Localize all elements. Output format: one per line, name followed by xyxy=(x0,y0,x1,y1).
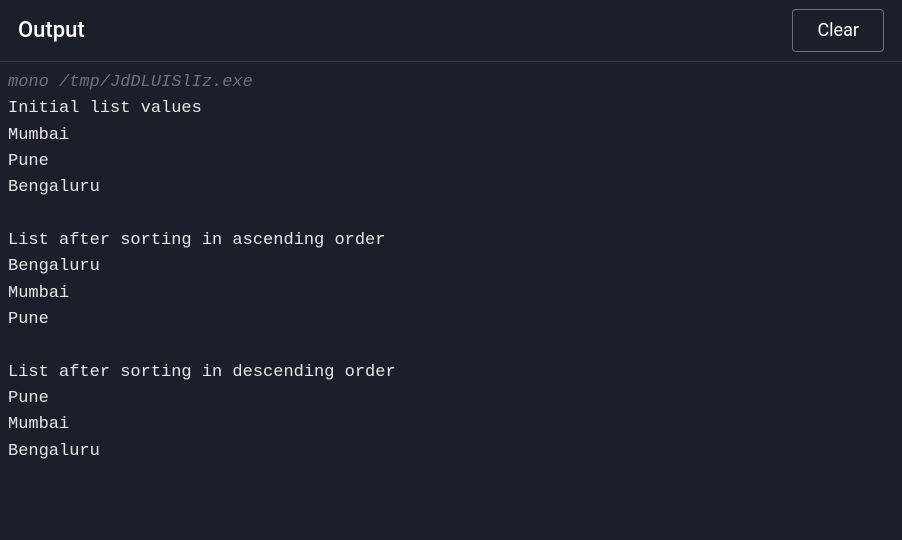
output-line: Bengaluru xyxy=(8,439,894,465)
blank-line xyxy=(8,202,894,228)
output-line: Mumbai xyxy=(8,123,894,149)
command-line: mono /tmp/JdDLUISlIz.exe xyxy=(8,70,894,96)
output-lines: Initial list valuesMumbaiPuneBengaluruLi… xyxy=(8,96,894,465)
output-line: Mumbai xyxy=(8,412,894,438)
console-output: mono /tmp/JdDLUISlIz.exe Initial list va… xyxy=(0,62,902,473)
output-line: Pune xyxy=(8,386,894,412)
output-line: Pune xyxy=(8,307,894,333)
output-line: Initial list values xyxy=(8,96,894,122)
output-line: Pune xyxy=(8,149,894,175)
output-title: Output xyxy=(18,18,85,43)
output-line: Bengaluru xyxy=(8,254,894,280)
output-line: List after sorting in descending order xyxy=(8,360,894,386)
clear-button[interactable]: Clear xyxy=(792,9,884,52)
output-header: Output Clear xyxy=(0,0,902,62)
blank-line xyxy=(8,333,894,359)
output-line: Mumbai xyxy=(8,281,894,307)
output-line: Bengaluru xyxy=(8,175,894,201)
output-line: List after sorting in ascending order xyxy=(8,228,894,254)
